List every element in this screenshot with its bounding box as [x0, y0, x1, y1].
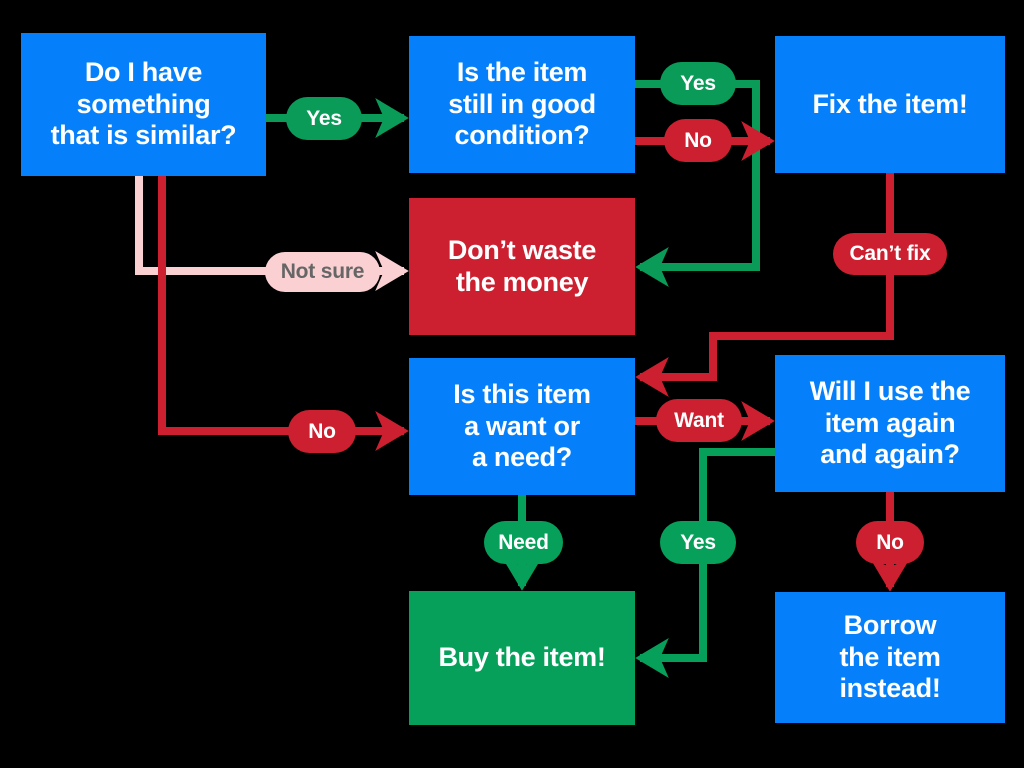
- node-use_again[interactable]: Will I use the item again and again?: [775, 355, 1005, 492]
- node-label: Fix the item!: [812, 88, 968, 119]
- node-label: Is the item still in good condition?: [448, 56, 596, 151]
- edge-e-similar-no: [158, 176, 409, 451]
- node-label: Don’t waste the money: [447, 234, 597, 297]
- node-dont_waste[interactable]: Don’t waste the money: [409, 198, 635, 335]
- edge-label-no_use_again: No: [856, 521, 924, 564]
- flowchart-canvas: Do I have something that is similar? Is t…: [0, 0, 1024, 768]
- node-label: Will I use the item again and again?: [809, 375, 971, 470]
- node-buy_item[interactable]: Buy the item!: [409, 591, 635, 725]
- edge-e-fix-cantfix: [635, 173, 894, 397]
- node-fix_item[interactable]: Fix the item!: [775, 36, 1005, 173]
- node-want_or_need[interactable]: Is this item a want or a need?: [409, 358, 635, 495]
- edge-e-condition-yes: [635, 80, 760, 287]
- edge-label-want: Want: [656, 399, 742, 442]
- edge-label-cant_fix: Can’t fix: [833, 233, 947, 275]
- edge-label-yes_use_again: Yes: [660, 521, 736, 564]
- edge-label-need: Need: [484, 521, 563, 564]
- edge-label-no_condition: No: [664, 119, 732, 162]
- node-good_condition[interactable]: Is the item still in good condition?: [409, 36, 635, 173]
- node-label: Is this item a want or a need?: [453, 378, 591, 473]
- node-label: Do I have something that is similar?: [50, 56, 237, 151]
- edge-label-yes_condition: Yes: [660, 62, 736, 105]
- node-borrow_item[interactable]: Borrow the item instead!: [775, 592, 1005, 723]
- edge-label-yes_similar: Yes: [286, 97, 362, 140]
- edge-label-no_similar: No: [288, 410, 356, 453]
- node-label: Borrow the item instead!: [839, 609, 941, 704]
- node-have_similar[interactable]: Do I have something that is similar?: [21, 33, 266, 176]
- node-label: Buy the item!: [438, 642, 606, 673]
- edge-label-not_sure: Not sure: [265, 252, 380, 292]
